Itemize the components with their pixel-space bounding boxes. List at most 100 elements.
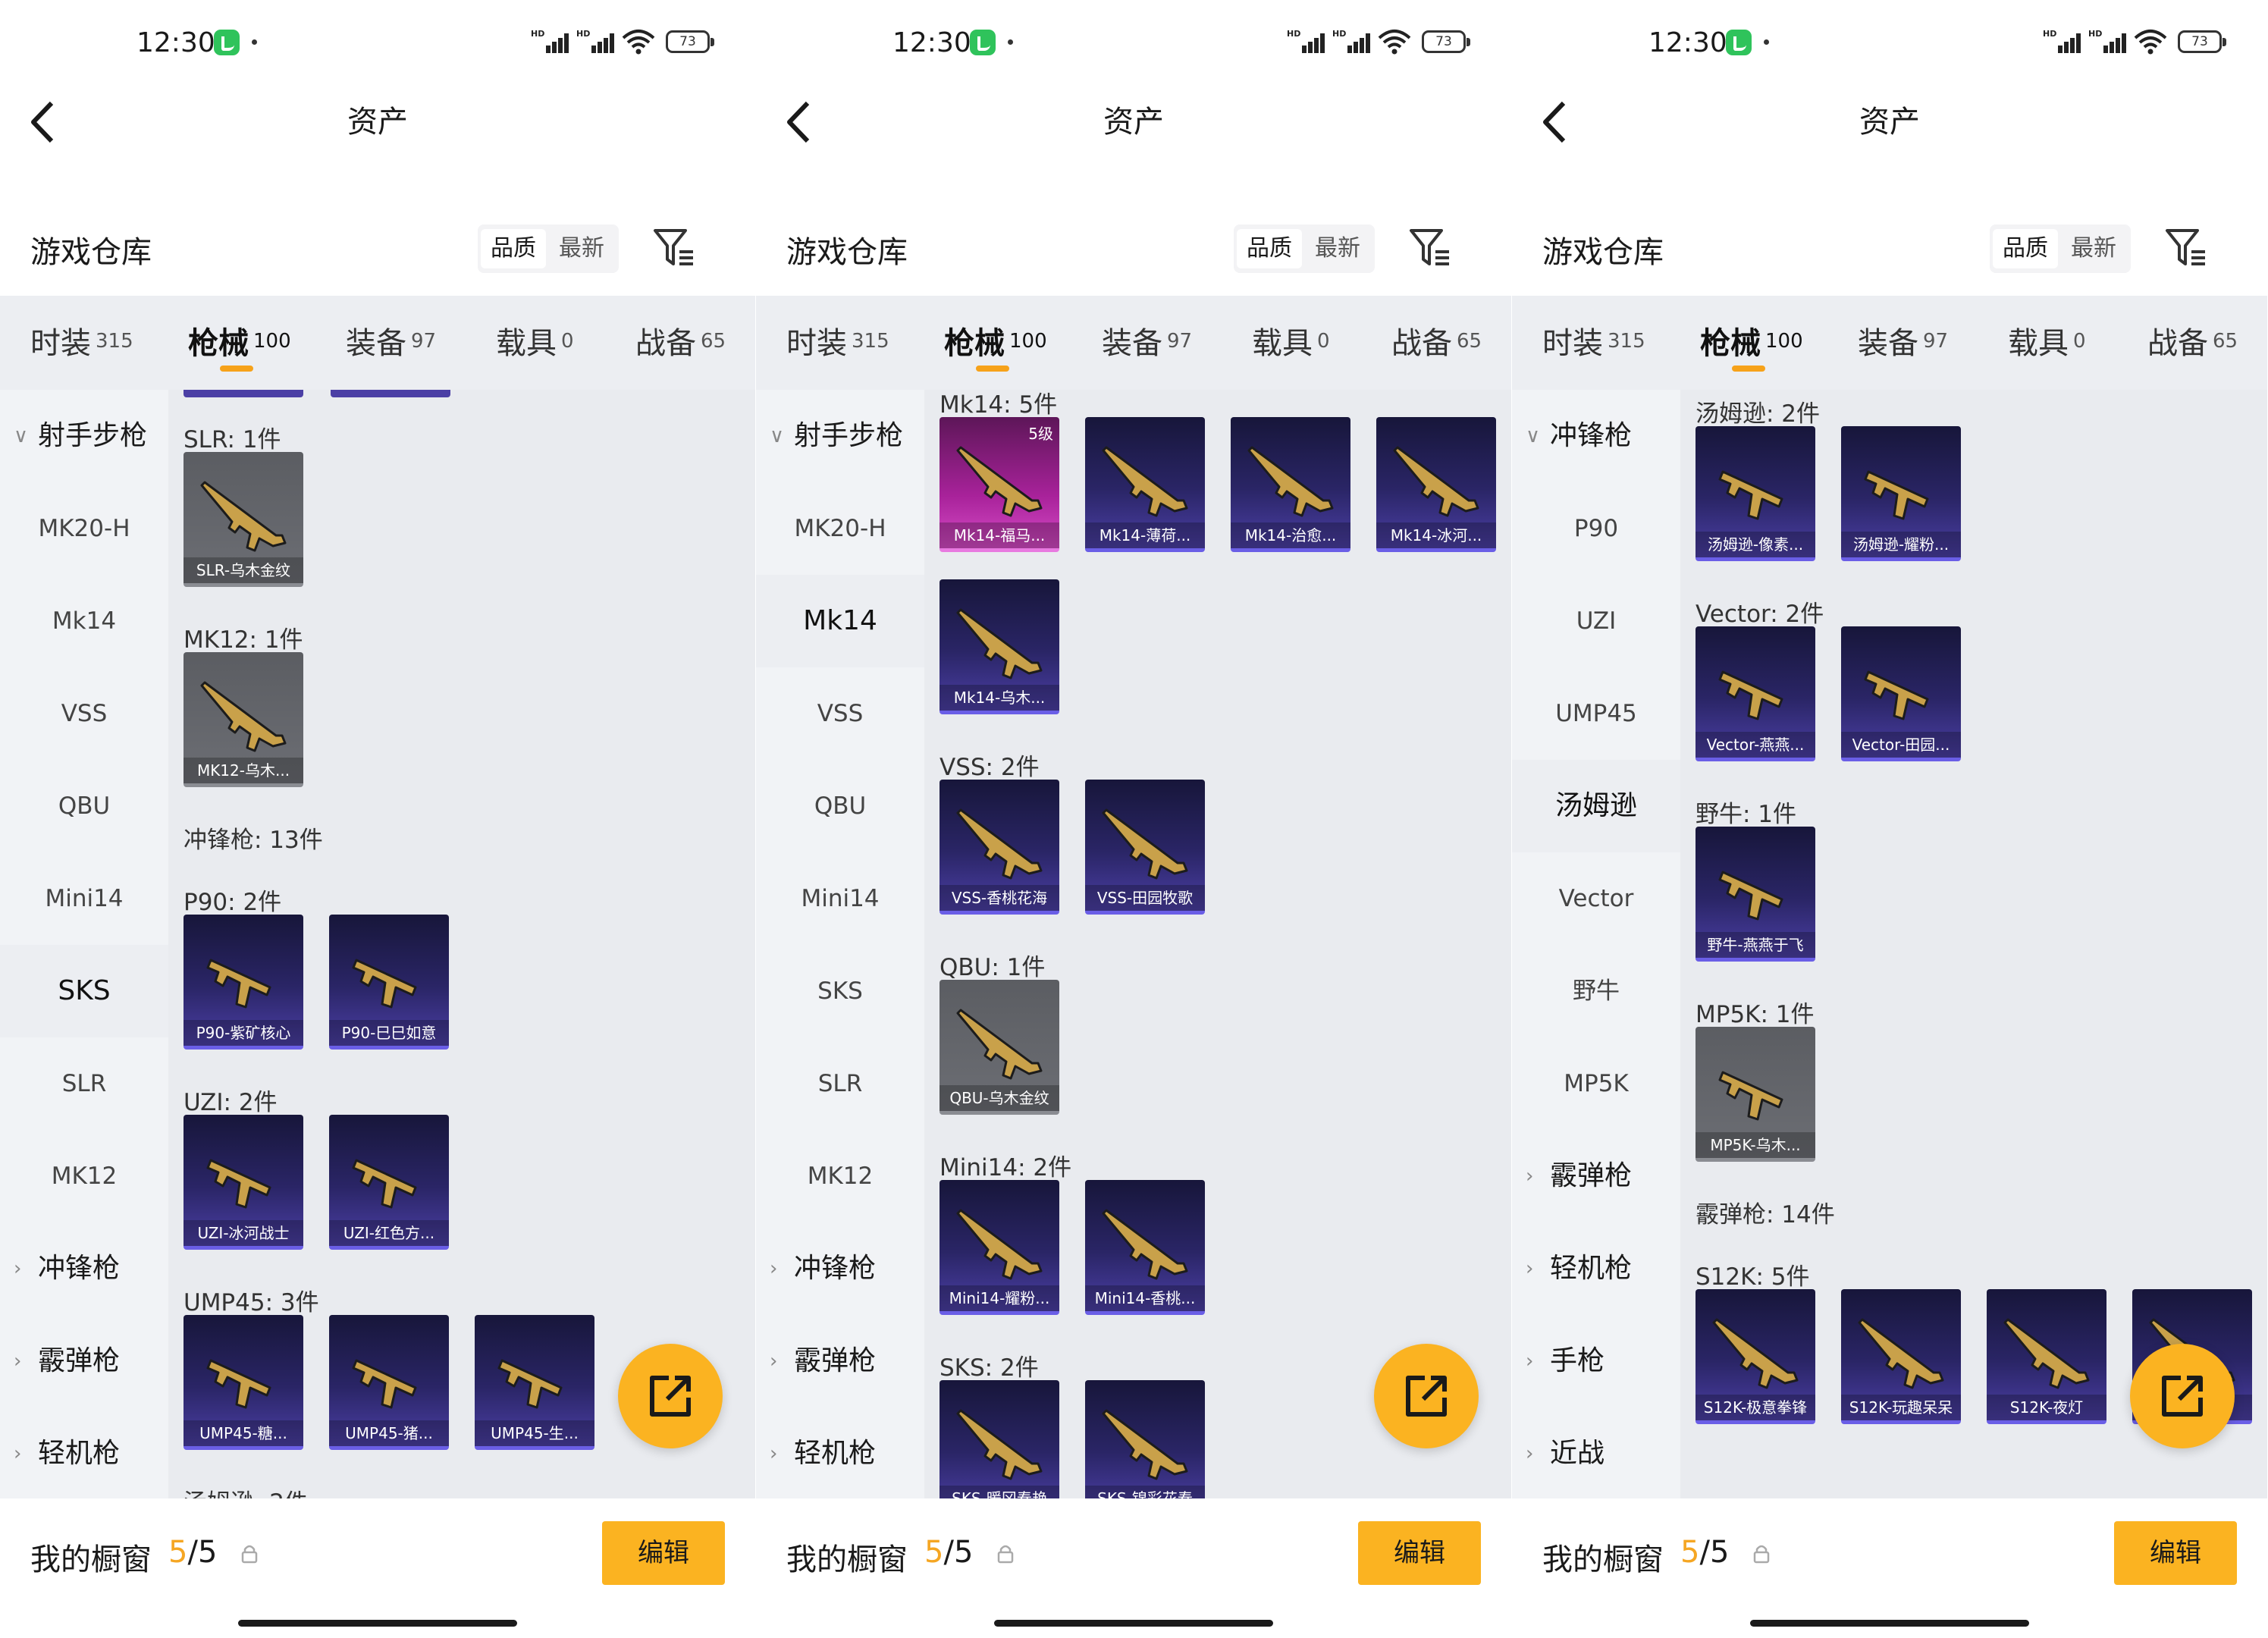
sidebar-item[interactable]: Mini14 [756,852,924,945]
sidebar-item[interactable]: Mk14 [0,575,168,667]
sidebar-group[interactable]: › 霰弹枪 [0,1315,168,1407]
weapon-skin-card[interactable]: UMP45-糖... [184,1315,303,1450]
sidebar-item[interactable]: SLR [756,1037,924,1130]
smg-icon [1718,470,1783,520]
weapon-skin-card[interactable]: MP5K-乌木... [1696,1027,1815,1162]
filter-icon[interactable] [1408,226,1452,270]
share-fab-button[interactable] [618,1344,723,1448]
edit-showcase-button[interactable]: 编辑 [602,1521,725,1585]
sort-latest-button[interactable]: 最新 [1305,229,1370,268]
weapon-skin-card[interactable]: 野牛-燕燕于飞 [1696,827,1815,962]
tab-firearms[interactable]: 枪械 100 [1700,318,1803,364]
weapon-skin-card[interactable]: VSS-田园牧歌 [1085,780,1205,915]
tab-fashion[interactable]: 时装 315 [786,318,889,364]
tab-fashion[interactable]: 时装 315 [1542,318,1645,364]
weapon-skin-card[interactable]: SKS-暖冈春艳 [940,1380,1059,1498]
sidebar-item[interactable]: QBU [0,760,168,852]
sidebar-item[interactable]: QBU [756,760,924,852]
weapon-skin-card[interactable]: UMP45-猪... [329,1315,449,1450]
sidebar-group[interactable]: › 轻机枪 [0,1407,168,1498]
sidebar-item[interactable]: MK20-H [756,482,924,575]
filter-icon[interactable] [652,226,696,270]
share-fab-button[interactable] [1374,1344,1479,1448]
weapon-skin-card[interactable]: Mk14-冰河... [1376,417,1496,552]
weapon-skin-card[interactable]: Mini14-香桃... [1085,1180,1205,1315]
weapon-skin-card[interactable]: Mk14-薄荷... [1085,417,1205,552]
sidebar-item[interactable]: Mini14 [0,852,168,945]
tab-fashion[interactable]: 时装 315 [30,318,133,364]
sort-quality-button[interactable]: 品质 [481,229,546,268]
weapon-skin-card[interactable]: 汤姆逊-耀粉... [1841,426,1961,561]
sidebar-item[interactable]: VSS [0,667,168,760]
sidebar-group[interactable]: › 轻机枪 [756,1407,924,1498]
edit-showcase-button[interactable]: 编辑 [1358,1521,1481,1585]
sidebar-group[interactable]: › 冲锋枪 [756,1222,924,1315]
sidebar-group[interactable]: › 冲锋枪 [0,1222,168,1315]
weapon-skin-card[interactable]: VSS-香桃花海 [940,780,1059,915]
sidebar-item[interactable]: SKS [0,945,168,1037]
tab-firearms[interactable]: 枪械 100 [944,318,1047,364]
weapon-skin-card[interactable]: UZI-红色方... [329,1115,449,1250]
weapon-skin-card[interactable]: 5级 Mk14-福马... [940,417,1059,552]
sidebar-item[interactable]: MK12 [756,1130,924,1222]
weapon-skin-card[interactable]: Vector-田园... [1841,626,1961,761]
weapon-skin-card[interactable]: SLR-乌木金纹 [184,452,303,587]
tab-vehicles[interactable]: 载具 0 [1252,318,1330,364]
filter-icon[interactable] [2164,226,2208,270]
sidebar-group[interactable]: › 霰弹枪 [756,1315,924,1407]
weapon-skin-card[interactable]: Mini14-耀粉... [940,1180,1059,1315]
weapon-skin-card[interactable]: P90-紫矿核心 [184,915,303,1050]
weapon-skin-card[interactable]: UMP45-生... [475,1315,594,1450]
tab-equipment[interactable]: 装备 97 [346,318,436,364]
share-fab-button[interactable] [2130,1344,2235,1448]
sidebar-item[interactable]: 野牛 [1512,945,1680,1037]
sidebar-item[interactable]: VSS [756,667,924,760]
sidebar-item[interactable]: MK20-H [0,482,168,575]
tab-firearms[interactable]: 枪械 100 [188,318,291,364]
section-label: VSS: 2件 [940,754,1040,781]
sort-quality-button[interactable]: 品质 [1993,229,2058,268]
sidebar-item[interactable]: UZI [1512,575,1680,667]
sort-latest-button[interactable]: 最新 [549,229,614,268]
weapon-skin-card[interactable]: S12K-玩趣呆呆 [1841,1289,1961,1424]
sidebar-item[interactable]: MP5K [1512,1037,1680,1130]
tab-equipment[interactable]: 装备 97 [1102,318,1192,364]
weapon-skin-card[interactable]: Mk14-治愈... [1231,417,1350,552]
sidebar-item[interactable]: SLR [0,1037,168,1130]
weapon-skin-card[interactable]: S12K-极意拳锋 [1696,1289,1815,1424]
sidebar-group[interactable]: › 霰弹枪 [1512,1130,1680,1222]
edit-showcase-button[interactable]: 编辑 [2114,1521,2237,1585]
sidebar-item[interactable]: UMP45 [1512,667,1680,760]
tab-combat-gear[interactable]: 战备 65 [1391,318,1482,364]
sidebar-group[interactable]: › 轻机枪 [1512,1222,1680,1315]
sidebar-group[interactable]: ∨ 冲锋枪 [1512,390,1680,482]
weapon-skin-card[interactable]: SKS-锦彩花春 [1085,1380,1205,1498]
sidebar-item[interactable]: Mk14 [756,575,924,667]
weapon-skin-card[interactable]: UZI-冰河战士 [184,1115,303,1250]
weapon-skin-card[interactable]: Vector-燕燕... [1696,626,1815,761]
sidebar-group[interactable]: ∨ 射手步枪 [0,390,168,482]
sidebar-group[interactable]: › 手枪 [1512,1315,1680,1407]
weapon-skin-card[interactable]: P90-巳巳如意 [329,915,449,1050]
weapon-skin-card[interactable]: QBU-乌木金纹 [940,980,1059,1115]
tab-equipment[interactable]: 装备 97 [1858,318,1948,364]
call-indicator-icon [1726,30,1752,55]
showcase-count-current: 5 [924,1535,944,1570]
sidebar-item[interactable]: SKS [756,945,924,1037]
sidebar-group[interactable]: ∨ 射手步枪 [756,390,924,482]
weapon-skin-card[interactable]: MK12-乌木... [184,652,303,787]
sidebar-item[interactable]: Vector [1512,852,1680,945]
sidebar-item[interactable]: P90 [1512,482,1680,575]
sort-quality-button[interactable]: 品质 [1237,229,1302,268]
sort-latest-button[interactable]: 最新 [2061,229,2126,268]
tab-combat-gear[interactable]: 战备 65 [635,318,726,364]
weapon-skin-card[interactable]: 汤姆逊-像素... [1696,426,1815,561]
tab-vehicles[interactable]: 载具 0 [496,318,574,364]
sidebar-item[interactable]: 汤姆逊 [1512,760,1680,852]
tab-vehicles[interactable]: 载具 0 [2008,318,2086,364]
sidebar-item[interactable]: MK12 [0,1130,168,1222]
tab-combat-gear[interactable]: 战备 65 [2147,318,2238,364]
sidebar-group[interactable]: › 近战 [1512,1407,1680,1498]
weapon-skin-card[interactable]: Mk14-乌木... [940,579,1059,714]
weapon-skin-card[interactable]: S12K-夜灯 [1987,1289,2106,1424]
